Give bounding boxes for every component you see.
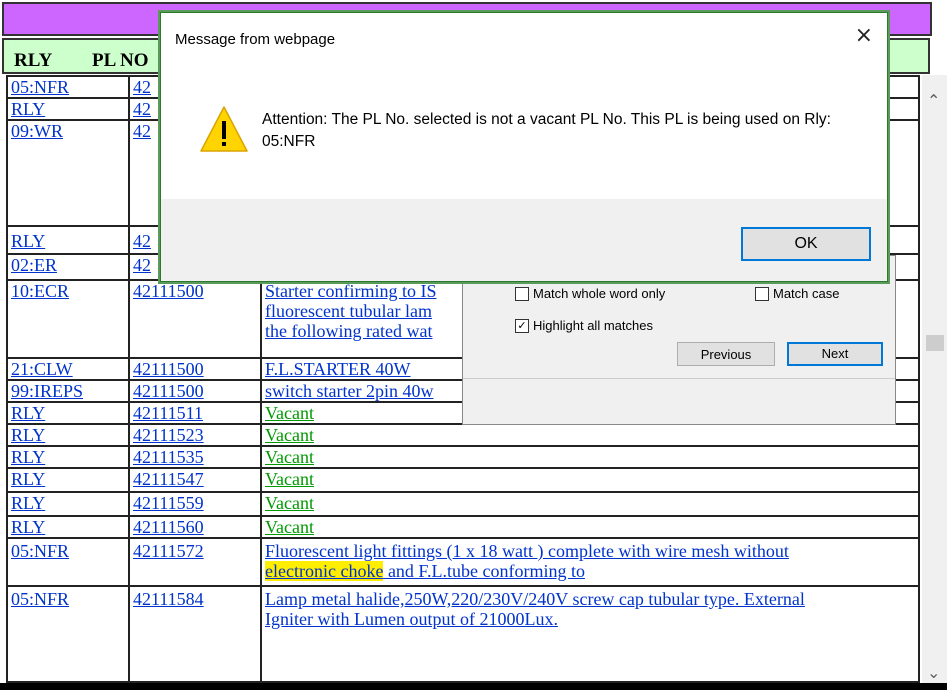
- dialog-title: Message from webpage: [175, 31, 336, 48]
- table-row: RLY 42111547 Vacant: [6, 467, 920, 491]
- vacant-link[interactable]: Vacant: [265, 469, 314, 489]
- description-link[interactable]: Fluorescent light fittings (1 x 18 watt …: [265, 541, 789, 561]
- checkbox-icon: [515, 286, 529, 301]
- rly-link[interactable]: RLY: [11, 447, 45, 467]
- pl-link[interactable]: 42111560: [133, 517, 204, 537]
- pl-link[interactable]: 42111547: [133, 469, 204, 489]
- scroll-down-icon[interactable]: ⌄: [927, 663, 940, 682]
- page-frame: RLY PL NO 05:NFR 42 RLY 42 09:WR 42 RLY …: [0, 0, 947, 690]
- pl-link[interactable]: 42111500: [133, 359, 204, 379]
- rly-link[interactable]: RLY: [11, 469, 45, 489]
- checkmark-icon: ✓: [515, 318, 529, 333]
- message-dialog: Message from webpage × Attention: The PL…: [160, 12, 888, 282]
- close-icon[interactable]: ×: [855, 23, 873, 48]
- highlight-all-label: Highlight all matches: [533, 318, 653, 333]
- pl-link[interactable]: 42: [133, 99, 151, 119]
- description-link[interactable]: switch starter 2pin 40w: [265, 381, 433, 401]
- next-button[interactable]: Next: [787, 342, 883, 366]
- pl-link[interactable]: 42111523: [133, 425, 204, 445]
- table-row: RLY 42111559 Vacant: [6, 491, 920, 515]
- scrollbar-thumb[interactable]: [926, 335, 944, 351]
- table-row: 05:NFR 42111572 Fluorescent light fittin…: [6, 537, 920, 585]
- dialog-message: Attention: The PL No. selected is not a …: [262, 111, 831, 150]
- vacant-link[interactable]: Vacant: [265, 425, 314, 445]
- match-whole-word-checkbox[interactable]: Match whole word only: [515, 286, 665, 301]
- pl-link[interactable]: 42111511: [133, 403, 203, 423]
- rly-link[interactable]: RLY: [11, 99, 45, 119]
- table-row: 05:NFR 42111584 Lamp metal halide,250W,2…: [6, 585, 920, 683]
- rly-link[interactable]: RLY: [11, 425, 45, 445]
- checkbox-icon: [755, 286, 769, 301]
- pl-link[interactable]: 42: [133, 77, 151, 97]
- rly-link[interactable]: 05:NFR: [11, 589, 69, 609]
- pl-link[interactable]: 42111500: [133, 281, 204, 301]
- pl-link[interactable]: 42111535: [133, 447, 204, 467]
- rly-link[interactable]: 05:NFR: [11, 77, 69, 97]
- rly-link[interactable]: 09:WR: [11, 121, 63, 141]
- match-case-checkbox[interactable]: Match case: [755, 286, 839, 301]
- match-case-label: Match case: [773, 286, 840, 301]
- pl-link[interactable]: 42111584: [133, 589, 204, 609]
- rly-link[interactable]: RLY: [11, 517, 45, 537]
- description-link-line3[interactable]: the following rated wat: [265, 321, 432, 341]
- vacant-link[interactable]: Vacant: [265, 517, 314, 537]
- description-link[interactable]: Starter confirming to IS: [265, 281, 436, 301]
- warning-icon: [200, 106, 248, 152]
- pl-link[interactable]: 42: [133, 121, 151, 141]
- match-whole-word-label: Match whole word only: [533, 286, 666, 301]
- highlighted-match[interactable]: electronic choke: [265, 561, 384, 581]
- header-pl-no: PL NO: [92, 50, 149, 71]
- rly-link[interactable]: 21:CLW: [11, 359, 73, 379]
- description-link[interactable]: F.L.STARTER 40W: [265, 359, 411, 379]
- description-link-line2[interactable]: fluorescent tubular lam: [265, 301, 432, 321]
- bottom-border: [0, 683, 947, 690]
- rly-link[interactable]: RLY: [11, 493, 45, 513]
- find-divider: [463, 378, 895, 379]
- rly-link[interactable]: 02:ER: [11, 255, 57, 275]
- description-link-tail[interactable]: and F.L.tube conforming to: [383, 561, 585, 581]
- vacant-link[interactable]: Vacant: [265, 493, 314, 513]
- description-link[interactable]: Lamp metal halide,250W,220/230V/240V scr…: [265, 589, 805, 609]
- description-link-line2[interactable]: Igniter with Lumen output of 21000Lux.: [265, 609, 558, 629]
- pl-link[interactable]: 42: [133, 255, 151, 275]
- rly-link[interactable]: 99:IREPS: [11, 381, 83, 401]
- pl-link[interactable]: 42111572: [133, 541, 204, 561]
- vacant-link[interactable]: Vacant: [265, 447, 314, 467]
- rly-link[interactable]: RLY: [11, 403, 45, 423]
- highlight-all-checkbox[interactable]: ✓ Highlight all matches: [515, 318, 653, 333]
- vacant-link[interactable]: Vacant: [265, 403, 314, 423]
- table-row: RLY 42111560 Vacant: [6, 515, 920, 537]
- rly-link[interactable]: RLY: [11, 231, 45, 251]
- ok-button[interactable]: OK: [741, 227, 871, 261]
- vertical-scrollbar[interactable]: ⌃ ⌄: [922, 75, 947, 690]
- pl-link[interactable]: 42111500: [133, 381, 204, 401]
- pl-link[interactable]: 42111559: [133, 493, 204, 513]
- table-row: RLY 42111535 Vacant: [6, 445, 920, 467]
- previous-button[interactable]: Previous: [677, 342, 775, 366]
- dialog-footer: OK: [161, 199, 887, 281]
- rly-link[interactable]: 05:NFR: [11, 541, 69, 561]
- scroll-up-icon[interactable]: ⌃: [927, 91, 940, 110]
- header-rly: RLY: [14, 50, 53, 71]
- pl-link[interactable]: 42: [133, 231, 151, 251]
- table-row: RLY 42111523 Vacant: [6, 423, 920, 445]
- rly-link[interactable]: 10:ECR: [11, 281, 69, 301]
